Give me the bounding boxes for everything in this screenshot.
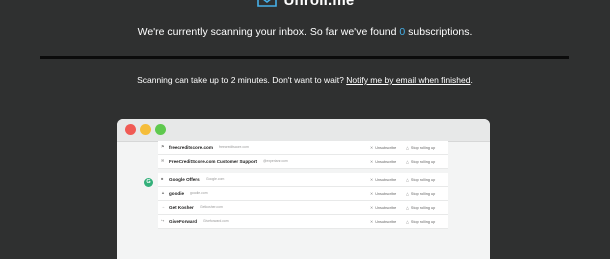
unsubscribe-icon: ✕ [370,220,374,225]
arrow-icon: → [161,204,165,209]
group-badge: G [144,178,153,187]
sender-name: GiveForward [169,219,198,224]
unsubscribe-label: Unsubscribe [375,178,397,183]
unsubscribe-button[interactable]: ✕ Unsubscribe [370,145,396,150]
list-item[interactable]: ⚑ freecreditscore.com freecreditscore.com ✕… [158,141,448,155]
list-item[interactable]: ■ Google Offers Google.com ✕ Unsubscribe △ Sto… [158,173,448,187]
stop-rolling-up-label: Stop rolling up [410,178,436,183]
wait-note: Scanning can take up to 2 minutes. Don't… [0,75,610,85]
rollup-icon: △ [406,160,409,165]
sender-name: goodie [169,191,185,196]
window-titlebar [117,119,490,142]
scan-status-suffix: subscriptions. [408,26,473,38]
unsubscribe-button[interactable]: ✕ Unsubscribe [370,159,396,164]
stop-rolling-up-button[interactable]: △ Stop rolling up [406,159,435,164]
subscription-group: ■ Google Offers Google.com ✕ Unsubscribe △ Sto… [158,173,448,229]
stop-rolling-up-label: Stop rolling up [410,220,436,225]
scan-progress-bar [40,56,569,59]
rollup-icon: △ [406,146,409,151]
unsubscribe-button[interactable]: ✕ Unsubscribe [370,177,396,182]
unsubscribe-icon: ✕ [370,178,374,183]
wait-note-period: . [470,75,473,85]
sender-name: Get Kosher [169,205,194,210]
unsubscribe-label: Unsubscribe [375,146,397,151]
sender-domain: Getkosher.com [200,205,223,210]
unsubscribe-button[interactable]: ✕ Unsubscribe [370,205,396,210]
notify-me-link[interactable]: Notify me by email when finished [346,75,470,85]
stop-rolling-up-label: Stop rolling up [410,146,436,151]
sender-domain: @experianr.com [263,159,288,164]
mail-icon: ✉ [161,158,165,163]
unsubscribe-button[interactable]: ✕ Unsubscribe [370,219,396,224]
sender-name: FreeCreditScore.com Customer Support [169,159,258,164]
unsubscribe-icon: ✕ [370,192,374,197]
list-item[interactable]: → Get Kosher Getkosher.com ✕ Unsubscribe △ Sto… [158,201,448,215]
rollup-icon: △ [406,178,409,183]
forward-icon: ↪ [161,218,165,223]
subscription-count: 0 [399,26,406,38]
stop-rolling-up-button[interactable]: △ Stop rolling up [406,219,435,224]
close-window-button[interactable] [125,124,136,135]
stop-rolling-up-button[interactable]: △ Stop rolling up [406,145,435,150]
stop-rolling-up-button[interactable]: △ Stop rolling up [406,191,435,196]
unsubscribe-icon: ✕ [370,206,374,211]
logo-text: Unroll.me [283,0,355,9]
wait-note-text: Scanning can take up to 2 minutes. Don't… [137,75,344,85]
sender-domain: Google.com [206,177,225,182]
list-item[interactable]: ▲ goodie goodie.com ✕ Unsubscribe △ Stop rolli… [158,187,448,201]
unsubscribe-button[interactable]: ✕ Unsubscribe [370,191,396,196]
google-icon: ■ [161,176,164,181]
list-item[interactable]: ✉ FreeCreditScore.com Customer Support @ex… [158,155,448,169]
flag-icon: ⚑ [161,144,165,149]
stop-rolling-up-label: Stop rolling up [410,206,436,211]
sender-name: Google Offers [169,177,200,182]
unsubscribe-label: Unsubscribe [375,220,397,225]
unsubscribe-label: Unsubscribe [375,206,397,211]
sender-domain: goodie.com [190,191,208,196]
stop-rolling-up-label: Stop rolling up [410,160,436,165]
subscription-list: ⚑ freecreditscore.com freecreditscore.com ✕… [158,141,448,229]
stop-rolling-up-label: Stop rolling up [410,192,436,197]
scan-status: We're currently scanning your inbox. So … [0,26,610,38]
rollup-icon: △ [406,206,409,211]
logo: Unroll.me [0,0,610,9]
app-preview-window: ⚑ freecreditscore.com freecreditscore.com ✕… [117,119,490,259]
unsubscribe-icon: ✕ [370,146,374,151]
goodie-icon: ▲ [161,190,165,195]
stop-rolling-up-button[interactable]: △ Stop rolling up [406,177,435,182]
unsubscribe-icon: ✕ [370,160,374,165]
minimize-window-button[interactable] [140,124,151,135]
maximize-window-button[interactable] [155,124,166,135]
rollup-icon: △ [406,192,409,197]
subscription-group: ⚑ freecreditscore.com freecreditscore.com ✕… [158,141,448,169]
sender-name: freecreditscore.com [169,145,213,150]
scan-status-text: We're currently scanning your inbox. So … [137,26,397,38]
unsubscribe-label: Unsubscribe [375,160,397,165]
sender-domain: Giveforward.com [203,219,229,224]
rollup-icon: △ [406,220,409,225]
list-item[interactable]: ↪ GiveForward Giveforward.com ✕ Unsubscribe △… [158,215,448,229]
unsubscribe-label: Unsubscribe [375,192,397,197]
stop-rolling-up-button[interactable]: △ Stop rolling up [406,205,435,210]
sender-domain: freecreditscore.com [219,145,249,150]
unroll-logo-icon [256,0,277,7]
